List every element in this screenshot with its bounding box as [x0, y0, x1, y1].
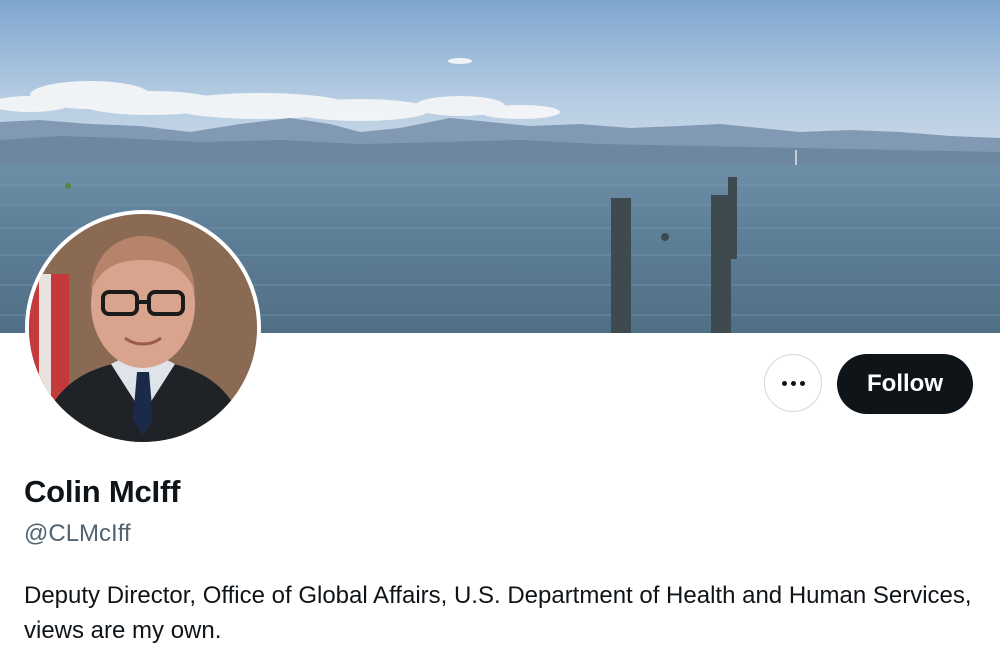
follow-button[interactable]: Follow [837, 354, 973, 414]
more-horizontal-icon [781, 380, 805, 386]
more-options-button[interactable] [764, 354, 822, 412]
profile-handle: @CLMcIff [24, 520, 131, 547]
profile-display-name: Colin McIff [24, 474, 181, 509]
avatar-photo [29, 214, 257, 442]
profile-bio: Deputy Director, Office of Global Affair… [24, 582, 972, 644]
profile-avatar[interactable] [25, 210, 261, 446]
